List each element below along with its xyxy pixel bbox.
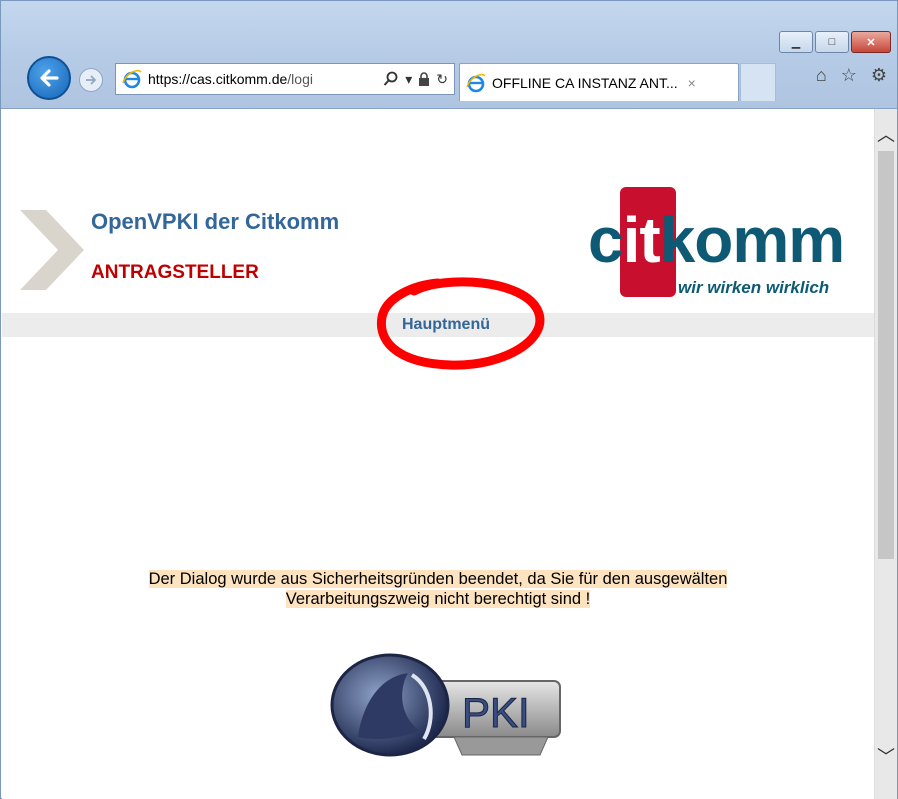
logo-wordmark-c: c bbox=[588, 204, 624, 276]
role-label: ANTRAGSTELLER bbox=[91, 262, 259, 283]
scroll-up-icon[interactable]: ︿ bbox=[875, 121, 897, 147]
browser-toolbar: ▁ □ ✕ https://cas.citkomm.de/logi ▾ ↻ OF… bbox=[1, 1, 897, 109]
home-icon[interactable]: ⌂ bbox=[816, 65, 827, 86]
favorites-icon[interactable]: ☆ bbox=[841, 65, 857, 86]
scroll-down-icon[interactable]: ﹀ bbox=[875, 743, 897, 769]
citkomm-logo: citkomm wir wirken wirklich bbox=[588, 187, 862, 297]
window-controls: ▁ □ ✕ bbox=[777, 31, 891, 53]
minimize-button[interactable]: ▁ bbox=[779, 31, 813, 53]
page-title: OpenVPKI der Citkomm bbox=[91, 209, 340, 234]
gear-icon[interactable]: ⚙ bbox=[871, 65, 887, 86]
tab-title: OFFLINE CA INSTANZ ANT... bbox=[492, 74, 678, 91]
url-host: https://cas.citkomm.de bbox=[148, 71, 288, 87]
url-text[interactable]: https://cas.citkomm.de/logi bbox=[148, 71, 348, 87]
browser-window: ▁ □ ✕ https://cas.citkomm.de/logi ▾ ↻ OF… bbox=[0, 0, 898, 799]
forward-button[interactable] bbox=[79, 68, 103, 92]
logo-wordmark-komm: komm bbox=[659, 204, 845, 276]
forward-icon bbox=[86, 75, 97, 85]
message-line-2: Verarbeitungszweig nicht berechtigt sind… bbox=[285, 590, 591, 608]
tab-ie-icon bbox=[466, 73, 486, 92]
browser-commands: ⌂ ☆ ⚙ bbox=[816, 65, 887, 86]
refresh-icon[interactable]: ↻ bbox=[436, 71, 448, 88]
new-tab-button[interactable] bbox=[740, 63, 776, 101]
browser-tab[interactable]: OFFLINE CA INSTANZ ANT... × bbox=[459, 63, 739, 101]
ie-icon bbox=[122, 69, 142, 89]
logo-tagline: wir wirken wirklich bbox=[678, 278, 830, 297]
logo-wordmark: citkomm bbox=[588, 203, 845, 277]
scrollbar-thumb[interactable] bbox=[878, 151, 894, 559]
back-button[interactable] bbox=[27, 56, 71, 100]
search-icon[interactable] bbox=[383, 71, 399, 87]
red-circle-annotation bbox=[376, 277, 545, 370]
maximize-button[interactable]: □ bbox=[815, 31, 849, 53]
address-bar[interactable]: https://cas.citkomm.de/logi ▾ ↻ bbox=[115, 63, 455, 95]
lock-icon[interactable] bbox=[418, 72, 430, 86]
chevron-decoration-icon bbox=[20, 210, 84, 290]
address-bar-actions: ▾ ↻ bbox=[383, 71, 454, 88]
url-path: /logi bbox=[287, 71, 313, 87]
pki-logo-text: PKI bbox=[462, 689, 530, 736]
openxpki-logo: PKI bbox=[330, 653, 561, 757]
dropdown-arrow-icon[interactable]: ▾ bbox=[405, 71, 412, 88]
close-window-button[interactable]: ✕ bbox=[851, 31, 891, 53]
logo-wordmark-it: it bbox=[622, 204, 661, 276]
tab-close-button[interactable]: × bbox=[688, 75, 696, 91]
page-content: OpenVPKI der Citkomm ANTRAGSTELLER citko… bbox=[2, 109, 874, 799]
back-icon bbox=[40, 69, 59, 87]
vertical-scrollbar[interactable]: ︿ ﹀ bbox=[874, 109, 897, 799]
security-message: Der Dialog wurde aus Sicherheitsgründen … bbox=[2, 569, 874, 609]
message-line-1: Der Dialog wurde aus Sicherheitsgründen … bbox=[148, 570, 728, 588]
